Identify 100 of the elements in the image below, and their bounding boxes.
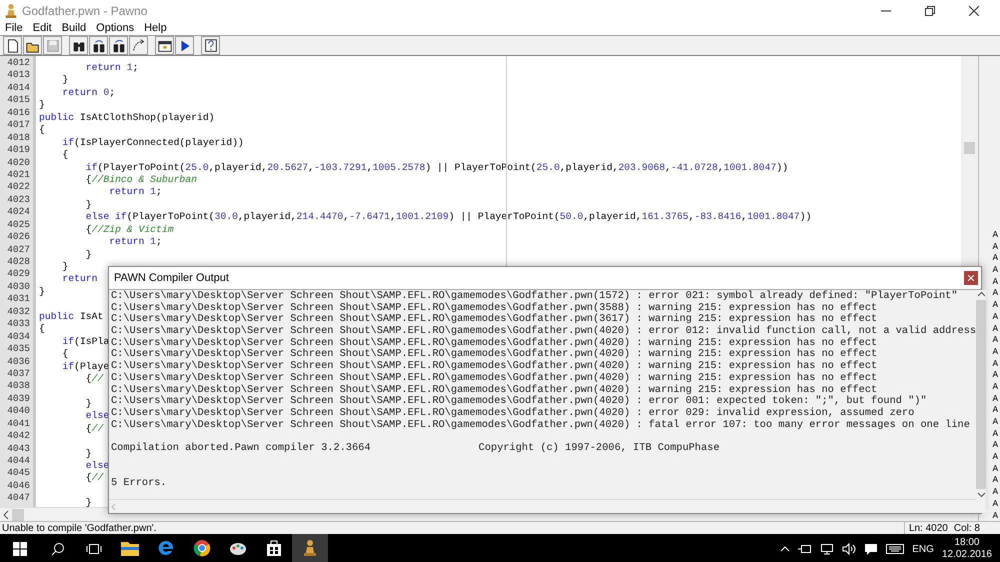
code-line: return 1;: [84, 62, 138, 74]
code-line: {//: [84, 472, 104, 485]
e-logo-icon: [157, 539, 175, 557]
letter-glyph: A: [992, 498, 998, 510]
output-line: C:\Users\mary\Desktop\Server Schreen Shout\SAMP.EFL.RO\gamemodes\Godfather.pwn(4020) : warning 215: expression has no effect: [111, 361, 878, 372]
code-line: }: [84, 398, 92, 410]
window-button[interactable]: [155, 36, 174, 55]
clock-time: 18:00: [954, 537, 980, 549]
letter-glyph: A: [992, 242, 998, 254]
letter-glyph: A: [992, 300, 998, 312]
binoculars-swap-icon: [110, 38, 126, 54]
letter-glyph: A: [992, 405, 998, 417]
output-line: C:\Users\mary\Desktop\Server Schreen Shout\SAMP.EFL.RO\gamemodes\Godfather.pwn(4020) : error 029: invalid expression, assumed zero: [111, 408, 916, 420]
line-number: 4047: [6, 492, 31, 505]
letter-glyph: A: [992, 464, 998, 476]
line-number: 4019: [6, 144, 31, 156]
letter-glyph: A: [992, 324, 998, 336]
code-line: public IsAtClothShop(playerid): [39, 112, 215, 124]
help-icon: [202, 38, 218, 54]
code-line: if(PlayerToPoint(25.0,playerid,20.5627,-103.7291,1005.2578) || PlayerToPoint(25.0,playerid,203.9068,-41.0728,1001.8047)): [84, 162, 788, 174]
output-line: C:\Users\mary\Desktop\Server Schreen Shout\SAMP.EFL.RO\gamemodes\Godfather.pwn(1572) : error 021: symbol already defined: "PlayerToPoint": [111, 291, 959, 302]
code-line: {//: [84, 422, 104, 436]
find-button[interactable]: [69, 36, 88, 55]
menu-item[interactable]: Build: [62, 22, 86, 35]
line-number: 4030: [6, 280, 31, 294]
line-number: 4017: [6, 119, 31, 132]
line-number: 4045: [6, 467, 31, 480]
run-button[interactable]: [175, 36, 194, 55]
line-number: 4026: [6, 231, 31, 244]
chess-pawn-icon: [4, 3, 18, 19]
line-number: 4024: [6, 206, 31, 219]
letter-glyph: A: [992, 358, 998, 370]
code-line: }: [84, 448, 92, 460]
output-line: C:\Users\mary\Desktop\Server Schreen Shout\SAMP.EFL.RO\gamemodes\Godfather.pwn(4020) : warning 215: expression has no effect: [111, 372, 878, 384]
clock[interactable]: 18:00 12.02.2016: [942, 537, 992, 561]
findnext-button[interactable]: [89, 36, 108, 55]
error-count: 5 Errors.: [111, 478, 168, 490]
code-line: }: [84, 497, 92, 510]
code-line: }: [39, 286, 45, 298]
binoculars-arrow-icon: [90, 38, 106, 54]
line-number: 4041: [6, 418, 31, 430]
letter-glyph: A: [992, 346, 998, 359]
code-line: {//Binco & Suburban: [84, 174, 197, 186]
output-line: C:\Users\mary\Desktop\Server Schreen Shout\SAMP.EFL.RO\gamemodes\Godfather.pwn(4020) : warning 215: expression has no effect: [111, 338, 878, 349]
keyboard-icon: [886, 544, 904, 554]
line-number: 4015: [6, 94, 31, 107]
letter-glyph: A: [992, 394, 998, 406]
restore-icon: [925, 6, 935, 16]
speaker-icon: [842, 543, 856, 555]
line-number: 4018: [6, 132, 31, 144]
line-number: 4021: [6, 168, 31, 182]
scroll-thumb[interactable]: [12, 508, 24, 520]
line-number: 4036: [6, 356, 31, 368]
letter-glyph: A: [992, 487, 998, 499]
window-title: Godfather.pwn - Pawno: [22, 3, 148, 20]
vertical-scrollbar[interactable]: [976, 290, 986, 513]
new-button[interactable]: [3, 36, 22, 55]
letter-glyph: A: [992, 452, 998, 464]
line-number: 4014: [6, 82, 31, 94]
goto-button[interactable]: [129, 36, 148, 55]
battery-plug-icon: [798, 544, 812, 554]
scroll-up-icon: [976, 290, 986, 299]
output-line: C:\Users\mary\Desktop\Server Schreen Shout\SAMP.EFL.RO\gamemodes\Godfather.pwn(3588) : warning 215: expression has no effect: [111, 302, 878, 314]
code-line: if(Playe: [61, 360, 110, 373]
code-line: return 1;: [108, 186, 162, 199]
line-number: 4012: [6, 57, 31, 70]
code-line: }: [61, 261, 68, 274]
code-line: }: [39, 99, 45, 112]
open-button[interactable]: [23, 36, 42, 55]
scroll-thumb[interactable]: [976, 300, 986, 489]
search-icon: [51, 542, 65, 556]
line-number: 4042: [6, 430, 31, 443]
close-icon: [968, 275, 974, 281]
scroll-thumb[interactable]: [964, 142, 975, 154]
close-button[interactable]: [964, 271, 978, 285]
replace-button[interactable]: [109, 36, 128, 55]
output-line: C:\Users\mary\Desktop\Server Schreen Shout\SAMP.EFL.RO\gamemodes\Godfather.pwn(3617) : warning 215: expression has no effect: [111, 314, 878, 326]
line-number: 4033: [6, 318, 31, 331]
menu-item[interactable]: Edit: [32, 22, 52, 35]
code-line: else: [84, 460, 110, 472]
letter-glyph: A: [992, 288, 998, 300]
letter-glyph: A: [992, 440, 998, 452]
menu-item[interactable]: Help: [144, 22, 167, 35]
input-language[interactable]: ENG: [912, 542, 934, 556]
output-line: C:\Users\mary\Desktop\Server Schreen Shout\SAMP.EFL.RO\gamemodes\Godfather.pwn(4020) : error 001: expected token: ";", but found ")": [111, 396, 928, 408]
line-number: 4032: [6, 306, 31, 318]
line-number: 4043: [6, 442, 31, 455]
horizontal-scrollbar[interactable]: [109, 499, 976, 513]
code-line: return 1;: [108, 236, 162, 249]
line-number: 4038: [6, 380, 31, 393]
letter-glyph: A: [992, 475, 998, 488]
line-number: 4034: [6, 330, 31, 344]
menu-item[interactable]: File: [5, 22, 23, 35]
help-button[interactable]: [201, 36, 220, 55]
code-line: {: [61, 149, 68, 162]
scroll-down-icon: [976, 490, 986, 499]
code-line: return 0;: [61, 86, 116, 100]
output-line: C:\Users\mary\Desktop\Server Schreen Shout\SAMP.EFL.RO\gamemodes\Godfather.pwn(4020) : fatal error 107: too many error messages on one line: [111, 420, 971, 432]
menu-item[interactable]: Options: [96, 22, 134, 35]
clock-date: 12.02.2016: [942, 549, 992, 561]
